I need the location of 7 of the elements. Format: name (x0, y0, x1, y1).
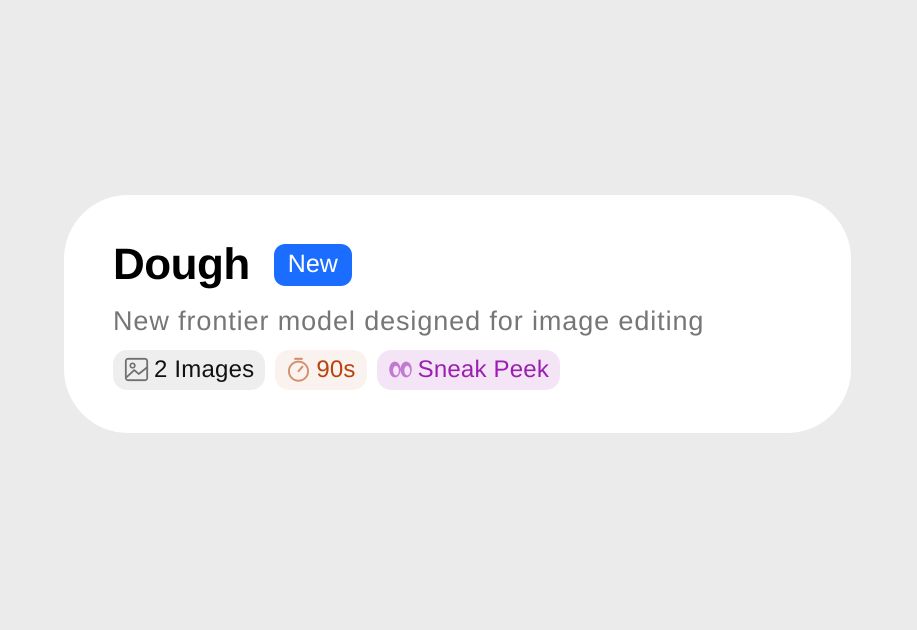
tag-chip: 90s (275, 350, 367, 390)
new-badge: New (274, 244, 352, 286)
model-title: Dough (113, 241, 250, 290)
model-description: New frontier model designed for image editing (113, 305, 706, 338)
tag-chip: Sneak Peek (376, 350, 560, 390)
image-icon (123, 356, 150, 384)
tag-chip: 2 Images (113, 350, 266, 390)
